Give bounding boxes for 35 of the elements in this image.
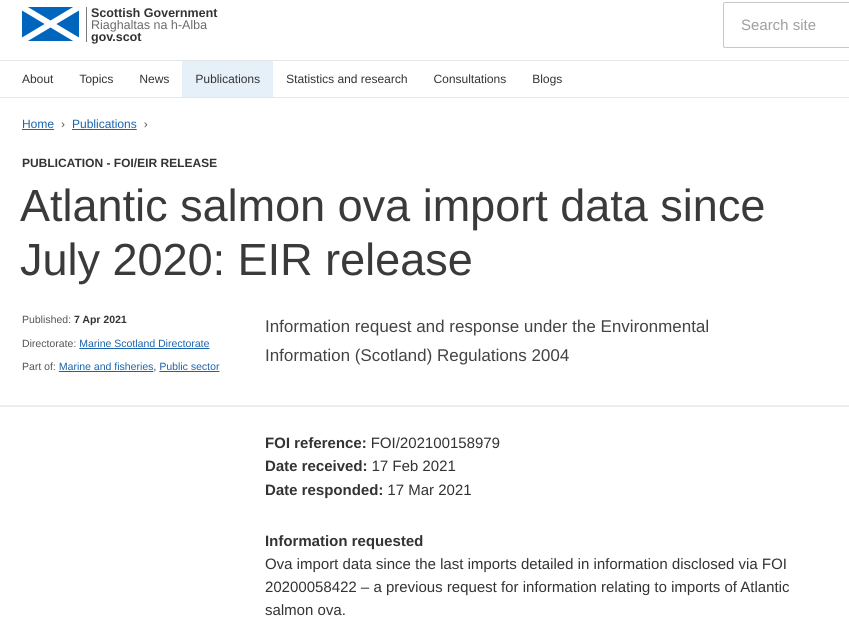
section-heading: Information requested: [265, 532, 424, 552]
detail-label: Date received:: [265, 458, 368, 475]
meta-label: Part of:: [22, 360, 56, 375]
nav-tab[interactable]: Consultations: [420, 61, 520, 97]
list-separator: ,: [153, 360, 156, 375]
nav-tab[interactable]: News: [126, 61, 182, 97]
breadcrumb-separator: ›: [144, 117, 148, 131]
summary-text: Information request and response under the Environmental Information (Scotland) Regulations 2004: [265, 316, 710, 367]
detail-value: 17 Feb 2021: [372, 458, 456, 475]
flag-icon[interactable]: [22, 7, 79, 41]
nav-tab[interactable]: Publications: [182, 61, 274, 97]
detail-value: FOI/202100158979: [370, 434, 500, 452]
search-field[interactable]: Search site: [723, 2, 849, 48]
detail-value: 17 Mar 2021: [387, 482, 472, 498]
meta-label: Published:: [22, 313, 72, 328]
meta-link[interactable]: Marine and fisheries: [58, 356, 154, 380]
meta-value: 7 Apr 2021: [74, 313, 127, 328]
breadcrumb-link[interactable]: Home: [22, 117, 54, 131]
section-text: Ova import data since the last imports detailed in information disclosed via FOI 20200058422 – a previous request for information relating to imports of Atlantic salmon ova.: [265, 555, 790, 621]
nav-tab[interactable]: Blogs: [519, 61, 576, 97]
logo-title[interactable]: Scottish Government: [91, 7, 218, 19]
breadcrumb-link[interactable]: Publications: [72, 117, 137, 131]
detail-label: FOI reference:: [265, 434, 367, 452]
meta-link[interactable]: Marine Scotland Directorate: [79, 332, 210, 356]
nav-tab[interactable]: Statistics and research: [273, 61, 420, 97]
nav-tab[interactable]: Topics: [66, 61, 126, 97]
logo-subtitle[interactable]: Riaghaltas na h-Alba: [91, 19, 218, 31]
meta-label: Directorate:: [22, 336, 76, 352]
nav-tab[interactable]: About: [9, 61, 66, 97]
page-title: Atlantic salmon ova import data since July 2020: EIR release: [20, 179, 766, 287]
logo-domain[interactable]: gov.scot: [91, 31, 218, 43]
detail-label: Date responded:: [265, 482, 384, 498]
meta-link[interactable]: Public sector: [159, 356, 220, 380]
publication-type: PUBLICATION - FOI/EIR RELEASE: [22, 156, 218, 170]
breadcrumb-separator: ›: [61, 117, 66, 131]
